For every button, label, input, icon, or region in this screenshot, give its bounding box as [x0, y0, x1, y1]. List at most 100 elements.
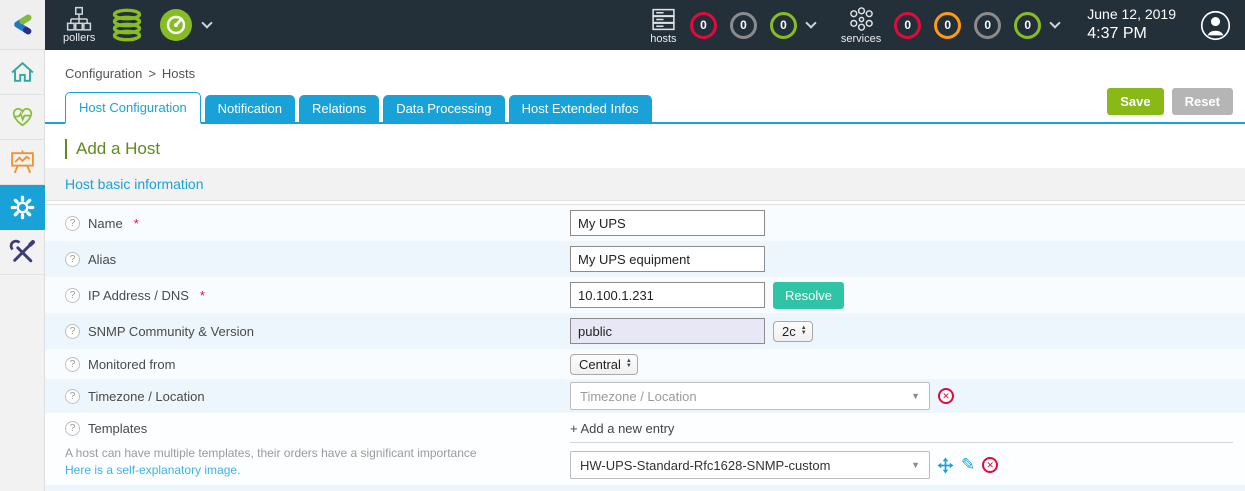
help-icon[interactable]: ?: [65, 216, 80, 231]
chevron-down-icon[interactable]: [1050, 17, 1061, 28]
sidebar-item-administration[interactable]: [0, 230, 45, 275]
hosts-icon: [650, 6, 677, 33]
hosts-unreachable-badge[interactable]: 0: [730, 12, 757, 39]
form-row-templates: ? Templates A host can have multiple tem…: [45, 413, 1245, 485]
clear-timezone-icon[interactable]: ✕: [938, 388, 954, 404]
form-row-monitored-from: ? Monitored from Central ▲▼: [45, 349, 1245, 379]
main-content: Configuration > Hosts Host Configuration N…: [45, 50, 1245, 491]
home-icon: [9, 59, 36, 86]
hosts-label: hosts: [650, 34, 676, 45]
monitored-from-label: Monitored from: [88, 357, 175, 372]
form-row-create-services: ? Create Services linked to the Template…: [45, 485, 1245, 491]
snmp-community-input[interactable]: [570, 318, 765, 344]
date-text: June 12, 2019: [1087, 6, 1176, 24]
timezone-select[interactable]: Timezone / Location ▼: [570, 382, 930, 410]
help-icon[interactable]: ?: [65, 389, 80, 404]
dropdown-arrow-icon: ▼: [911, 391, 920, 401]
sidebar-item-reporting[interactable]: [0, 140, 45, 185]
templates-help-text: A host can have multiple templates, thei…: [65, 446, 570, 460]
snmp-version-value: 2c: [782, 324, 796, 339]
services-critical-badge[interactable]: 0: [894, 12, 921, 39]
templates-label: Templates: [88, 421, 147, 436]
tab-data-processing[interactable]: Data Processing: [383, 95, 504, 122]
resolve-button[interactable]: Resolve: [773, 282, 844, 309]
form-row-timezone: ? Timezone / Location Timezone / Locatio…: [45, 379, 1245, 413]
move-template-icon[interactable]: [937, 457, 954, 474]
help-icon[interactable]: ?: [65, 288, 80, 303]
page-title: Add a Host: [65, 139, 1245, 159]
template-select[interactable]: HW-UPS-Standard-Rfc1628-SNMP-custom ▼: [570, 451, 930, 479]
topbar: pollers: [45, 0, 1245, 50]
services-unknown-badge[interactable]: 0: [974, 12, 1001, 39]
database-status-icon[interactable]: [109, 7, 145, 43]
form-actions: Save Reset: [1107, 88, 1233, 115]
select-spinner-icon: ▲▼: [626, 359, 632, 369]
services-warning-badge[interactable]: 0: [934, 12, 961, 39]
chevron-down-icon[interactable]: [805, 17, 816, 28]
sidebar-item-configuration[interactable]: [0, 185, 45, 230]
delete-template-icon[interactable]: ✕: [982, 457, 998, 473]
services-ok-badge[interactable]: 0: [1014, 12, 1041, 39]
required-asterisk: *: [134, 216, 139, 231]
tab-host-extended-infos[interactable]: Host Extended Infos: [509, 95, 652, 122]
help-icon[interactable]: ?: [65, 357, 80, 372]
hosts-menu[interactable]: hosts: [650, 6, 677, 45]
timezone-label: Timezone / Location: [88, 389, 205, 404]
alias-input[interactable]: [570, 246, 765, 272]
pollers-label: pollers: [63, 33, 95, 44]
pollers-icon: [66, 6, 92, 32]
templates-help-link[interactable]: Here is a self-explanatory image.: [65, 463, 570, 477]
name-label: Name: [88, 216, 123, 231]
add-template-entry-link[interactable]: + Add a new entry: [570, 421, 1233, 443]
tab-host-configuration[interactable]: Host Configuration: [65, 92, 201, 124]
help-icon[interactable]: ?: [65, 324, 80, 339]
services-icon: [848, 6, 875, 33]
template-selected-value: HW-UPS-Standard-Rfc1628-SNMP-custom: [580, 458, 830, 473]
database-icon: [109, 7, 145, 43]
section-host-basic-information: Host basic information: [45, 168, 1245, 201]
dropdown-arrow-icon: ▼: [911, 460, 920, 470]
save-button[interactable]: Save: [1107, 88, 1163, 115]
form-rows: ? Name * ? Alias ? IP Address / DNS *: [45, 204, 1245, 491]
user-avatar[interactable]: [1200, 10, 1231, 41]
pollers-menu[interactable]: pollers: [63, 6, 95, 44]
alias-label: Alias: [88, 252, 116, 267]
form-row-ip-address: ? IP Address / DNS * Resolve: [45, 277, 1245, 313]
monitored-from-value: Central: [579, 357, 621, 372]
hosts-up-badge[interactable]: 0: [770, 12, 797, 39]
time-text: 4:37 PM: [1087, 24, 1176, 44]
centreon-logo[interactable]: [0, 0, 45, 50]
help-icon[interactable]: ?: [65, 421, 80, 436]
breadcrumb-hosts[interactable]: Hosts: [162, 66, 195, 81]
breadcrumb-configuration[interactable]: Configuration: [65, 66, 142, 81]
tab-notification[interactable]: Notification: [205, 95, 295, 122]
ip-address-input[interactable]: [570, 282, 765, 308]
services-menu[interactable]: services: [841, 6, 881, 45]
sidebar-item-home[interactable]: [0, 50, 45, 95]
edit-template-icon[interactable]: ✎: [961, 457, 975, 473]
ip-label: IP Address / DNS: [88, 288, 189, 303]
help-icon[interactable]: ?: [65, 252, 80, 267]
tab-bar: Host Configuration Notification Relation…: [45, 92, 1245, 124]
top-header: pollers: [0, 0, 1245, 50]
sidebar-item-monitoring[interactable]: [0, 95, 45, 140]
chevron-down-icon[interactable]: [202, 17, 213, 28]
tools-icon: [9, 239, 36, 266]
reset-button[interactable]: Reset: [1172, 88, 1233, 115]
sidebar-nav: [0, 50, 45, 491]
gauge-icon: [159, 8, 193, 42]
monitored-from-select[interactable]: Central ▲▼: [570, 354, 638, 375]
clock: June 12, 2019 4:37 PM: [1087, 6, 1176, 44]
required-asterisk: *: [200, 288, 205, 303]
tab-relations[interactable]: Relations: [299, 95, 379, 122]
form-row-snmp: ? SNMP Community & Version 2c ▲▼: [45, 313, 1245, 349]
services-label: services: [841, 34, 881, 45]
breadcrumb-separator: >: [148, 66, 156, 81]
hosts-down-badge[interactable]: 0: [690, 12, 717, 39]
centreon-logo-icon: [9, 11, 36, 38]
gauge-status-icon[interactable]: [159, 8, 193, 42]
heartbeat-icon: [9, 104, 36, 131]
name-input[interactable]: [570, 210, 765, 236]
chart-easel-icon: [9, 149, 36, 176]
snmp-version-select[interactable]: 2c ▲▼: [773, 321, 813, 342]
